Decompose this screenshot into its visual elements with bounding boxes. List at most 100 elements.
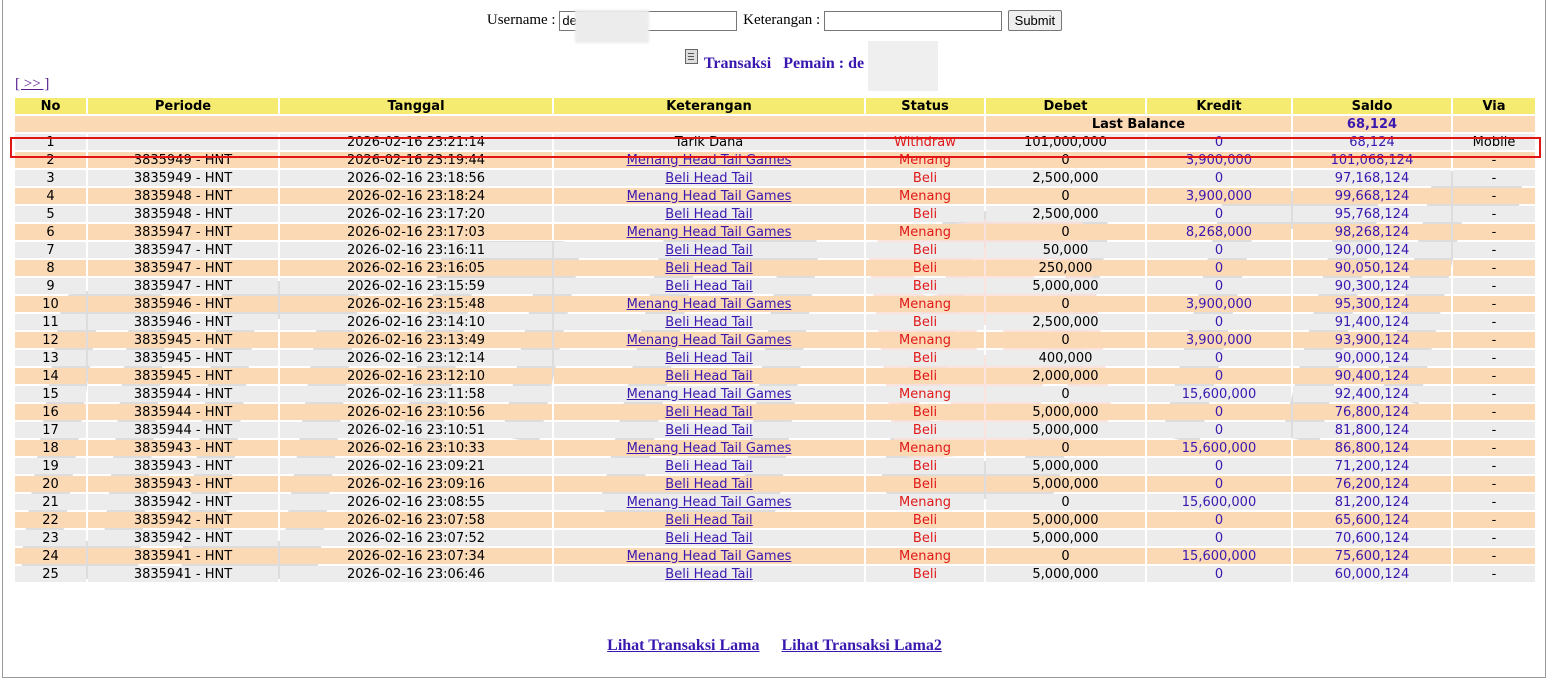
table-row: 19 3835943 - HNT 2026-02-16 23:09:21 Beli H… bbox=[15, 458, 1535, 474]
keterangan-link[interactable]: Menang Head Tail Games bbox=[627, 225, 792, 240]
row-no: 15 bbox=[15, 386, 86, 402]
row-periode: 3835949 - HNT bbox=[88, 170, 278, 186]
row-periode: 3835942 - HNT bbox=[88, 530, 278, 546]
keterangan-link[interactable]: Beli Head Tail bbox=[665, 459, 752, 474]
row-keterangan: Menang Head Tail Games bbox=[554, 296, 864, 312]
row-saldo: 95,768,124 bbox=[1293, 206, 1451, 222]
keterangan-link[interactable]: Menang Head Tail Games bbox=[627, 441, 792, 456]
keterangan-link[interactable]: Beli Head Tail bbox=[665, 405, 752, 420]
row-tanggal: 2026-02-16 23:17:20 bbox=[280, 206, 552, 222]
row-no: 25 bbox=[15, 566, 86, 582]
keterangan-label: Keterangan : bbox=[743, 12, 821, 28]
row-via: - bbox=[1453, 350, 1535, 366]
row-no: 2 bbox=[15, 152, 86, 168]
keterangan-input[interactable] bbox=[823, 10, 1002, 31]
keterangan-link[interactable]: Beli Head Tail bbox=[665, 477, 752, 492]
keterangan-link[interactable]: Beli Head Tail bbox=[665, 513, 752, 528]
row-no: 24 bbox=[15, 548, 86, 564]
keterangan-link[interactable]: Beli Head Tail bbox=[665, 207, 752, 222]
row-debet: 0 bbox=[986, 296, 1145, 312]
row-status: Beli bbox=[866, 530, 984, 546]
row-debet: 2,500,000 bbox=[986, 170, 1145, 186]
row-kredit: 0 bbox=[1147, 422, 1291, 438]
row-status: Beli bbox=[866, 368, 984, 384]
row-no: 8 bbox=[15, 260, 86, 276]
row-keterangan: Menang Head Tail Games bbox=[554, 188, 864, 204]
keterangan-link[interactable]: Beli Head Tail bbox=[665, 531, 752, 546]
row-kredit: 0 bbox=[1147, 170, 1291, 186]
row-via: - bbox=[1453, 170, 1535, 186]
row-saldo: 70,600,124 bbox=[1293, 530, 1451, 546]
submit-button[interactable]: Submit bbox=[1007, 10, 1063, 31]
row-kredit: 0 bbox=[1147, 458, 1291, 474]
row-via: - bbox=[1453, 224, 1535, 240]
row-kredit: 3,900,000 bbox=[1147, 332, 1291, 348]
row-periode: 3835943 - HNT bbox=[88, 458, 278, 474]
document-icon bbox=[684, 49, 698, 64]
keterangan-link[interactable]: Beli Head Tail bbox=[665, 171, 752, 186]
old-transactions-link[interactable]: Lihat Transaksi Lama bbox=[607, 637, 759, 654]
row-tanggal: 2026-02-16 23:19:44 bbox=[280, 152, 552, 168]
transaction-table: No Periode Tanggal Keterangan Status Deb… bbox=[13, 96, 1537, 584]
keterangan-link[interactable]: Beli Head Tail bbox=[665, 261, 752, 276]
keterangan-link[interactable]: Beli Head Tail bbox=[665, 315, 752, 330]
table-row: 10 3835946 - HNT 2026-02-16 23:15:48 Menang… bbox=[15, 296, 1535, 312]
row-no: 6 bbox=[15, 224, 86, 240]
row-keterangan: Beli Head Tail bbox=[554, 422, 864, 438]
keterangan-link[interactable]: Beli Head Tail bbox=[665, 243, 752, 258]
next-page-link[interactable]: [ >> ] bbox=[15, 76, 49, 93]
keterangan-link[interactable]: Beli Head Tail bbox=[665, 369, 752, 384]
row-saldo: 90,300,124 bbox=[1293, 278, 1451, 294]
row-debet: 5,000,000 bbox=[986, 458, 1145, 474]
row-tanggal: 2026-02-16 23:10:56 bbox=[280, 404, 552, 420]
row-no: 22 bbox=[15, 512, 86, 528]
keterangan-link[interactable]: Menang Head Tail Games bbox=[627, 549, 792, 564]
row-via: - bbox=[1453, 512, 1535, 528]
row-tanggal: 2026-02-16 23:12:10 bbox=[280, 368, 552, 384]
keterangan-link[interactable]: Beli Head Tail bbox=[665, 567, 752, 582]
row-via: - bbox=[1453, 296, 1535, 312]
row-status: Menang bbox=[866, 494, 984, 510]
footer-links: Lihat Transaksi Lama Lihat Transaksi Lam… bbox=[0, 637, 1549, 655]
row-saldo: 92,400,124 bbox=[1293, 386, 1451, 402]
row-tanggal: 2026-02-16 23:09:16 bbox=[280, 476, 552, 492]
row-via: - bbox=[1453, 458, 1535, 474]
keterangan-link[interactable]: Menang Head Tail Games bbox=[627, 495, 792, 510]
row-saldo: 91,400,124 bbox=[1293, 314, 1451, 330]
keterangan-link[interactable]: Beli Head Tail bbox=[665, 279, 752, 294]
row-debet: 50,000 bbox=[986, 242, 1145, 258]
table-header-row: No Periode Tanggal Keterangan Status Deb… bbox=[15, 98, 1535, 114]
col-header-debet: Debet bbox=[986, 98, 1145, 114]
transaksi-title: Transaksi bbox=[703, 55, 772, 72]
row-periode: 3835947 - HNT bbox=[88, 278, 278, 294]
keterangan-link[interactable]: Menang Head Tail Games bbox=[627, 297, 792, 312]
row-tanggal: 2026-02-16 23:16:11 bbox=[280, 242, 552, 258]
row-periode: 3835944 - HNT bbox=[88, 422, 278, 438]
keterangan-link[interactable]: Menang Head Tail Games bbox=[627, 189, 792, 204]
keterangan-link[interactable]: Menang Head Tail Games bbox=[627, 387, 792, 402]
row-keterangan: Beli Head Tail bbox=[554, 206, 864, 222]
row-tanggal: 2026-02-16 23:08:55 bbox=[280, 494, 552, 510]
username-field-wrap bbox=[559, 9, 738, 43]
keterangan-link[interactable]: Beli Head Tail bbox=[665, 423, 752, 438]
keterangan-link[interactable]: Beli Head Tail bbox=[665, 351, 752, 366]
table-row: 7 3835947 - HNT 2026-02-16 23:16:11 Beli He… bbox=[15, 242, 1535, 258]
row-tanggal: 2026-02-16 23:16:05 bbox=[280, 260, 552, 276]
row-keterangan: Beli Head Tail bbox=[554, 566, 864, 582]
row-saldo: 65,600,124 bbox=[1293, 512, 1451, 528]
row-keterangan: Menang Head Tail Games bbox=[554, 332, 864, 348]
row-no: 21 bbox=[15, 494, 86, 510]
row-keterangan: Menang Head Tail Games bbox=[554, 440, 864, 456]
row-status: Beli bbox=[866, 314, 984, 330]
row-saldo: 81,200,124 bbox=[1293, 494, 1451, 510]
row-via: - bbox=[1453, 206, 1535, 222]
row-tanggal: 2026-02-16 23:18:56 bbox=[280, 170, 552, 186]
row-tanggal: 2026-02-16 23:12:14 bbox=[280, 350, 552, 366]
row-via: - bbox=[1453, 566, 1535, 582]
row-kredit: 8,268,000 bbox=[1147, 224, 1291, 240]
row-via: - bbox=[1453, 278, 1535, 294]
keterangan-link[interactable]: Menang Head Tail Games bbox=[627, 333, 792, 348]
keterangan-link[interactable]: Menang Head Tail Games bbox=[627, 153, 792, 168]
row-no: 23 bbox=[15, 530, 86, 546]
old-transactions-link-2[interactable]: Lihat Transaksi Lama2 bbox=[782, 637, 942, 654]
